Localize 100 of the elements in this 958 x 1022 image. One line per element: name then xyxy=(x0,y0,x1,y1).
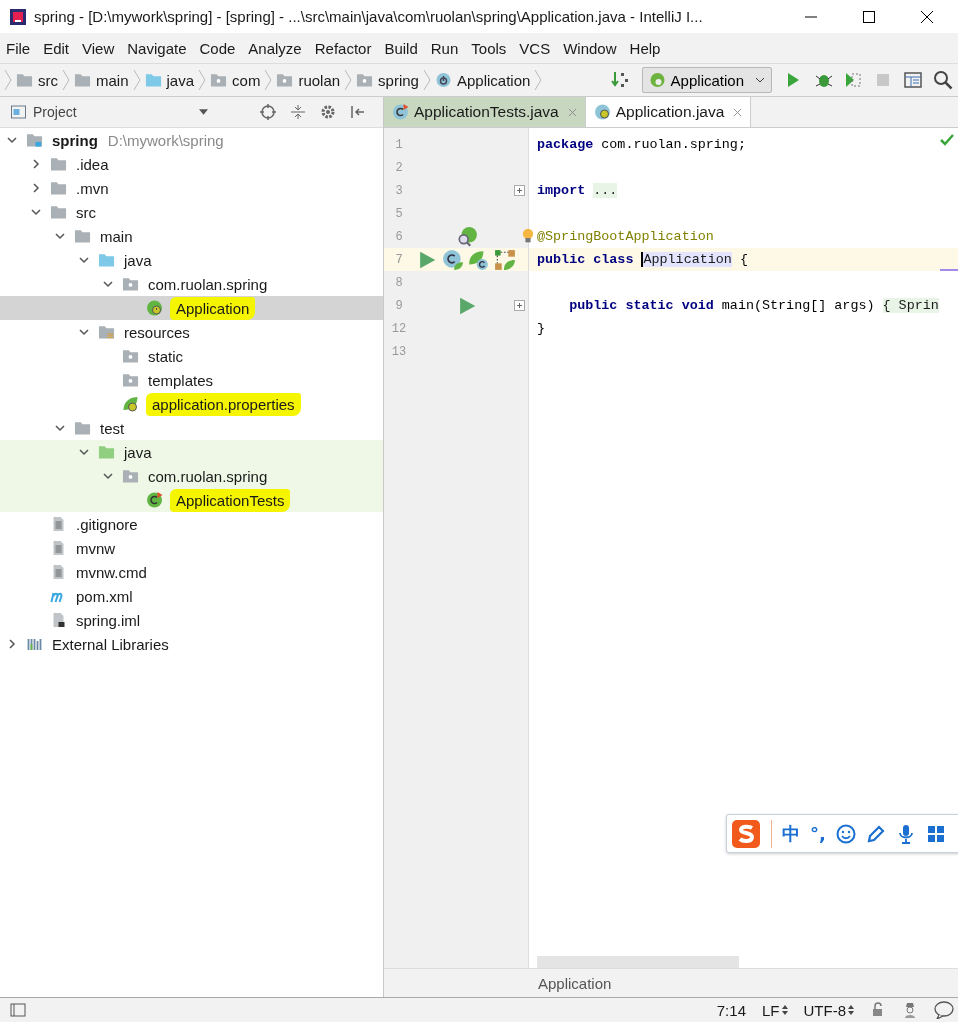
collapse-all-icon[interactable] xyxy=(290,104,306,120)
diagram-icon[interactable] xyxy=(494,248,516,271)
tree-row[interactable]: .idea xyxy=(0,152,383,176)
encoding-selector[interactable]: UTF-8 xyxy=(803,1001,854,1019)
bean-search-icon[interactable] xyxy=(456,225,478,248)
tree-row[interactable]: src xyxy=(0,200,383,224)
chat-icon[interactable] xyxy=(934,1001,954,1019)
chevron-icon[interactable] xyxy=(30,182,42,194)
spring-bean-icon[interactable] xyxy=(468,248,490,271)
breadcrumb[interactable]: ruolan xyxy=(276,71,341,89)
menu-item[interactable]: Refactor xyxy=(314,39,372,57)
breadcrumb[interactable]: com xyxy=(210,71,261,89)
tree-row[interactable]: Application xyxy=(0,296,383,320)
chevron-icon[interactable] xyxy=(6,638,18,650)
fold-marker-icon[interactable] xyxy=(514,185,525,196)
tree-row[interactable]: .mvn xyxy=(0,176,383,200)
project-structure-icon[interactable] xyxy=(903,70,923,90)
tree-row[interactable]: spring.iml xyxy=(0,608,383,632)
tree-row[interactable]: External Libraries xyxy=(0,632,383,656)
scrollbar-thumb[interactable] xyxy=(537,956,739,968)
menu-item[interactable]: Navigate xyxy=(127,39,187,57)
tree-row[interactable]: java xyxy=(0,248,383,272)
line-number: 6 xyxy=(394,229,404,244)
chevron-icon xyxy=(198,68,207,92)
chevron-icon[interactable] xyxy=(30,158,42,170)
tree-row[interactable]: .gitignore xyxy=(0,512,383,536)
panel-toggle-icon[interactable] xyxy=(10,1002,26,1018)
tree-row[interactable]: pom.xml xyxy=(0,584,383,608)
breadcrumb[interactable]: spring xyxy=(356,71,419,89)
tree-row[interactable]: templates xyxy=(0,368,383,392)
tree-item-label: mvnw xyxy=(75,538,117,558)
tree-row[interactable]: main xyxy=(0,224,383,248)
editor-breadcrumb[interactable]: Application xyxy=(538,974,612,992)
menu-item[interactable]: Edit xyxy=(43,39,70,57)
module-path: D:\mywork\spring xyxy=(107,131,224,149)
hide-panel-icon[interactable] xyxy=(350,104,366,120)
breadcrumb[interactable]: java xyxy=(144,71,195,89)
tree-row[interactable]: static xyxy=(0,344,383,368)
settings-icon[interactable] xyxy=(320,104,336,120)
chevron-icon xyxy=(422,68,431,92)
folder-icon xyxy=(122,348,139,364)
breadcrumb[interactable]: src xyxy=(16,71,58,89)
caret-position[interactable]: 7:14 xyxy=(716,1001,746,1019)
breadcrumb[interactable]: Application xyxy=(434,71,531,89)
run-config-dropdown[interactable]: Application xyxy=(641,67,772,93)
bean-class-icon[interactable] xyxy=(442,248,464,271)
folder-icon xyxy=(144,72,162,88)
search-icon[interactable] xyxy=(933,70,953,90)
tree-row[interactable]: application.properties xyxy=(0,392,383,416)
chevron-icon[interactable] xyxy=(30,206,42,218)
breadcrumb[interactable]: main xyxy=(74,71,129,89)
sort-icon[interactable] xyxy=(610,70,631,90)
maximize-icon[interactable] xyxy=(862,9,876,24)
pen-icon[interactable] xyxy=(865,823,886,844)
menu-item[interactable]: Build xyxy=(384,39,418,57)
editor-tab[interactable]: Application.java xyxy=(585,97,752,127)
chevron-icon[interactable] xyxy=(54,422,66,434)
chevron-icon[interactable] xyxy=(102,278,114,290)
fold-marker-icon[interactable] xyxy=(514,300,525,311)
lightbulb-icon[interactable] xyxy=(522,227,534,244)
line-separator-selector[interactable]: LF xyxy=(762,1001,788,1019)
dropdown-caret-icon[interactable] xyxy=(199,109,208,115)
locate-icon[interactable] xyxy=(260,104,276,120)
menu-item[interactable]: View xyxy=(82,39,115,57)
grid-icon[interactable] xyxy=(925,823,946,844)
tree-row[interactable]: resources xyxy=(0,320,383,344)
menu-item[interactable]: Run xyxy=(430,39,459,57)
test-class-icon xyxy=(392,104,409,120)
chevron-icon[interactable] xyxy=(78,326,90,338)
tree-row[interactable]: test xyxy=(0,416,383,440)
chevron-icon[interactable] xyxy=(78,254,90,266)
menu-item[interactable]: Code xyxy=(199,39,236,57)
close-icon[interactable] xyxy=(920,9,934,24)
smiley-icon[interactable] xyxy=(835,823,856,844)
tree-item-label: Application xyxy=(170,296,256,320)
menu-item[interactable]: File xyxy=(6,39,31,57)
tree-row[interactable]: ApplicationTests xyxy=(0,488,383,512)
chevron-icon[interactable] xyxy=(54,230,66,242)
tree-row[interactable]: com.ruolan.spring xyxy=(0,272,383,296)
tree-item-label: pom.xml xyxy=(75,586,134,606)
ime-toggle[interactable]: 中 xyxy=(782,821,800,846)
menu-item[interactable]: Window xyxy=(563,39,617,57)
editor-tab[interactable]: ApplicationTests.java xyxy=(384,97,586,127)
menu-item[interactable]: Tools xyxy=(471,39,507,57)
tree-item-label: ApplicationTests xyxy=(170,488,291,512)
tree-row[interactable]: mvnw.cmd xyxy=(0,560,383,584)
tree-row[interactable]: spring D:\mywork\spring xyxy=(0,128,383,152)
ime-logo-icon[interactable] xyxy=(731,818,761,849)
tree-row[interactable]: java xyxy=(0,440,383,464)
menu-item[interactable]: VCS xyxy=(519,39,551,57)
coverage-icon[interactable] xyxy=(843,70,863,90)
chevron-icon[interactable] xyxy=(6,134,18,146)
chevron-icon[interactable] xyxy=(102,470,114,482)
inspector-icon[interactable] xyxy=(902,1002,918,1018)
menu-item[interactable]: Help xyxy=(629,39,661,57)
tree-row[interactable]: com.ruolan.spring xyxy=(0,464,383,488)
ime-toggle[interactable]: °, xyxy=(810,823,826,844)
menu-item[interactable]: Analyze xyxy=(248,39,302,57)
chevron-icon[interactable] xyxy=(78,446,90,458)
tree-row[interactable]: mvnw xyxy=(0,536,383,560)
